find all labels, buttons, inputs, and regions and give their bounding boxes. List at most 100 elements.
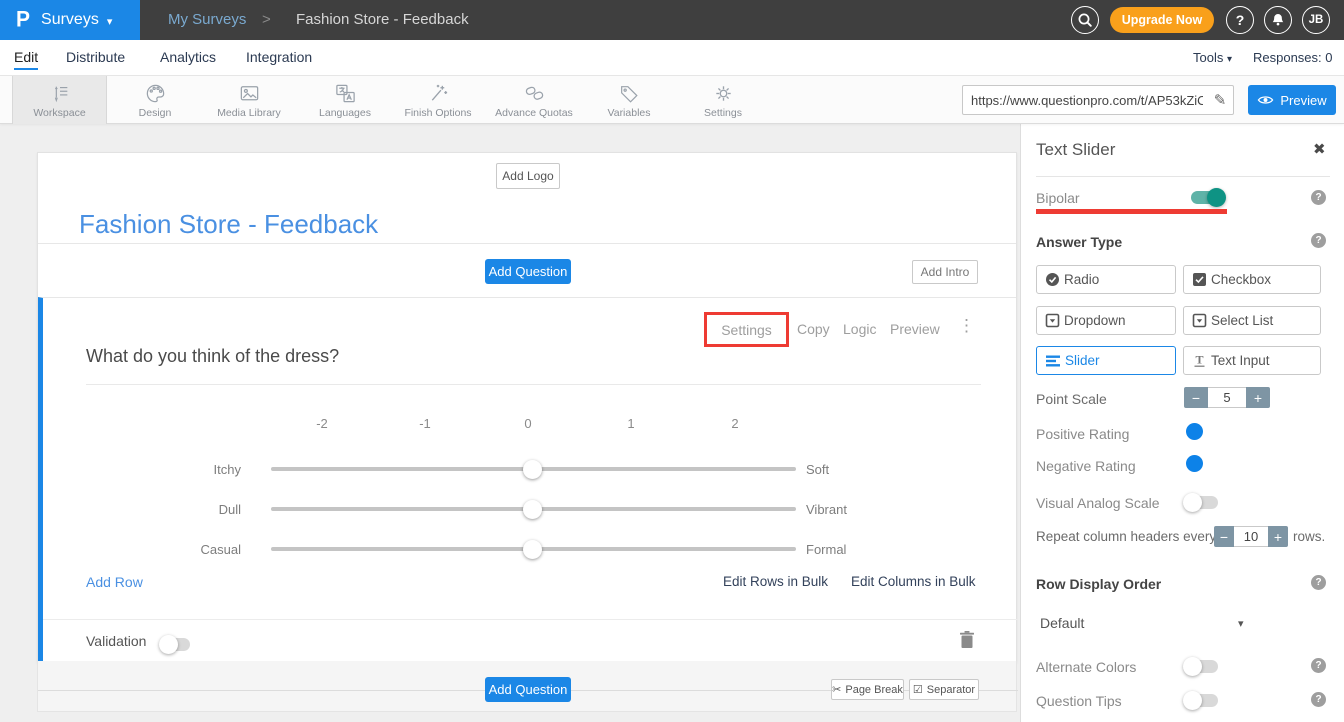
survey-url-input[interactable] [963,93,1207,108]
toolbar-item-label: Media Library [217,107,281,119]
point-scale-input[interactable] [1208,387,1246,408]
editor-toolbar: Workspace Design Media Library [0,76,1344,124]
repeat-headers-input[interactable] [1234,526,1268,547]
delete-question-button[interactable] [959,630,975,654]
app-name: Surveys [41,11,99,29]
close-icon[interactable]: ✖ [1313,140,1326,158]
question-action-copy[interactable]: Copy [797,321,830,337]
preview-button[interactable]: Preview [1248,85,1336,115]
separator-button[interactable]: ☑ Separator [909,679,979,700]
decrement-button[interactable]: − [1214,526,1234,547]
slider-handle[interactable] [523,460,542,479]
page-break-button[interactable]: ✂ Page Break [831,679,904,700]
search-button[interactable] [1071,6,1099,34]
slider-handle[interactable] [523,500,542,519]
app-logo[interactable]: P Surveys ▾ [0,0,140,40]
toolbar-item-workspace[interactable]: Workspace [12,76,107,124]
survey-nav: Edit Distribute Analytics Integration To… [0,40,1344,76]
checkbox-icon: ☑ [913,683,923,696]
negative-rating-color-swatch[interactable] [1186,455,1203,472]
row-label-right: Vibrant [806,502,847,517]
toolbar-item-variables[interactable]: Variables [583,76,675,124]
toolbar-item-settings[interactable]: Settings [677,76,769,124]
question-text[interactable]: What do you think of the dress? [86,346,339,367]
help-icon[interactable]: ? [1311,575,1326,590]
add-logo-button[interactable]: Add Logo [496,163,560,189]
row-display-order-select[interactable]: Default ▾ [1040,615,1250,633]
add-intro-button[interactable]: Add Intro [912,260,978,284]
answer-type-label-text: Radio [1064,272,1099,287]
answer-type-slider[interactable]: Slider [1036,346,1176,375]
question-action-logic[interactable]: Logic [843,321,876,337]
bipolar-annotation-underline [1036,209,1227,214]
answer-type-checkbox[interactable]: Checkbox [1183,265,1321,294]
scissors-icon: ✂ [832,683,841,696]
scale-label: 0 [503,416,553,431]
avatar[interactable]: JB [1302,6,1330,34]
toolbar-item-design[interactable]: Design [109,76,201,124]
toolbar-item-languages[interactable]: Languages [299,76,391,124]
toolbar-item-media-library[interactable]: Media Library [203,76,295,124]
notifications-button[interactable] [1264,6,1292,34]
breadcrumb-my-surveys[interactable]: My Surveys [168,11,246,28]
answer-type-dropdown[interactable]: Dropdown [1036,306,1176,335]
help-button[interactable]: ? [1226,6,1254,34]
question-action-preview[interactable]: Preview [890,321,940,337]
answer-type-label-text: Dropdown [1064,313,1126,328]
workspace-icon [49,82,71,105]
edit-rows-bulk-link[interactable]: Edit Rows in Bulk [723,574,828,589]
question-tips-toggle[interactable] [1184,694,1218,707]
edit-columns-bulk-link[interactable]: Edit Columns in Bulk [851,574,976,589]
tools-label: Tools [1193,50,1223,65]
validation-toggle[interactable] [160,638,190,651]
tab-integration[interactable]: Integration [246,49,312,65]
scale-label: 1 [606,416,656,431]
survey-title[interactable]: Fashion Store - Feedback [79,209,378,240]
toolbar-item-finish-options[interactable]: Finish Options [392,76,484,124]
add-row-link[interactable]: Add Row [86,574,143,590]
page-break-label: Page Break [845,684,902,696]
scale-label: -2 [297,416,347,431]
bipolar-toggle[interactable] [1191,191,1225,204]
help-icon[interactable]: ? [1311,190,1326,205]
panel-divider [1036,176,1330,177]
toolbar-item-label: Design [139,107,172,119]
answer-type-select-list[interactable]: Select List [1183,306,1321,335]
help-icon[interactable]: ? [1311,658,1326,673]
row-display-order-label: Row Display Order [1036,576,1161,592]
answer-type-text-input[interactable]: T Text Input [1183,346,1321,375]
answer-type-label-text: Checkbox [1211,272,1271,287]
tag-icon [618,82,640,105]
increment-button[interactable]: + [1246,387,1270,408]
help-icon[interactable]: ? [1311,692,1326,707]
answer-type-radio[interactable]: Radio [1036,265,1176,294]
toggle-knob [1207,188,1226,207]
edit-url-icon[interactable]: ✎ [1207,91,1233,109]
slider-handle[interactable] [523,540,542,559]
positive-rating-label: Positive Rating [1036,426,1129,442]
toolbar-item-advance-quotas[interactable]: Advance Quotas [488,76,580,124]
increment-button[interactable]: + [1268,526,1288,547]
answer-type-label-text: Select List [1211,313,1273,328]
question-footer-strip: Add Question ✂ Page Break ☑ Separator [37,661,1017,712]
add-question-button-bottom[interactable]: Add Question [485,677,571,702]
settings-action-highlight[interactable]: Settings [704,312,789,347]
question-action-settings[interactable]: Settings [721,322,772,338]
help-icon[interactable]: ? [1311,233,1326,248]
decrement-button[interactable]: − [1184,387,1208,408]
tab-edit[interactable]: Edit [14,49,38,70]
breadcrumb-current: Fashion Store - Feedback [296,11,469,28]
toggle-knob [1183,691,1202,710]
positive-rating-color-swatch[interactable] [1186,423,1203,440]
tools-menu[interactable]: Tools ▾ [1193,50,1232,65]
add-question-button[interactable]: Add Question [485,259,571,284]
upgrade-now-button[interactable]: Upgrade Now [1110,7,1214,33]
tab-analytics[interactable]: Analytics [160,49,216,65]
toolbar-item-label: Finish Options [404,107,471,119]
visual-analog-scale-toggle[interactable] [1184,496,1218,509]
tab-distribute[interactable]: Distribute [66,49,125,65]
chain-links-icon [523,82,546,105]
alternate-colors-toggle[interactable] [1184,660,1218,673]
scale-label: -1 [400,416,450,431]
more-vertical-icon[interactable]: ⋮ [958,316,975,336]
